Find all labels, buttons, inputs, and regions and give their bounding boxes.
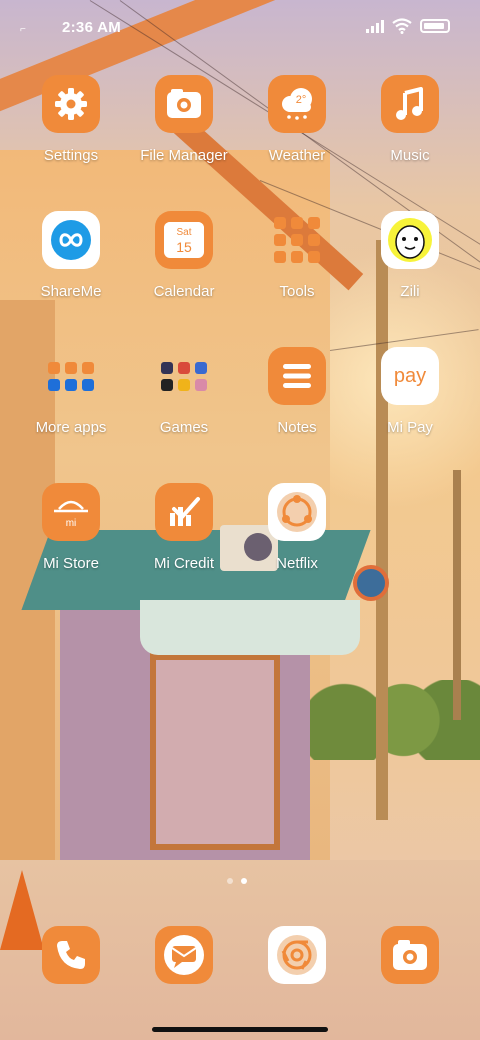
app-label: Weather (268, 147, 326, 164)
app-tools[interactable]: Tools (241, 211, 353, 300)
app-label: File Manager (140, 147, 228, 164)
app-label: Tools (279, 283, 315, 300)
chart-check-icon (155, 483, 213, 541)
camera-icon (381, 926, 439, 984)
dock-camera[interactable] (354, 926, 466, 984)
app-music[interactable]: Music (354, 75, 466, 164)
app-label: Games (159, 419, 209, 436)
svg-text:15: 15 (176, 239, 192, 255)
weather-temp: 2° (296, 94, 307, 106)
folder-icon (268, 211, 326, 269)
app-notes[interactable]: Notes (241, 347, 353, 436)
app-weather[interactable]: 2° Weather (241, 75, 353, 164)
notification-dot-icon: ⌐ (20, 24, 26, 35)
app-label: More apps (35, 419, 107, 436)
app-label: Settings (43, 147, 99, 164)
page-dot[interactable] (227, 878, 233, 884)
app-label: ShareMe (40, 283, 102, 300)
dock-browser[interactable] (241, 926, 353, 984)
app-label: Zili (400, 283, 420, 300)
folder-icon (155, 347, 213, 405)
wifi-icon (392, 18, 412, 34)
share-nodes-icon (268, 483, 326, 541)
music-note-icon (381, 75, 439, 133)
phone-icon (42, 926, 100, 984)
app-mi-store[interactable]: mi Mi Store (15, 483, 127, 572)
cellular-signal-icon (366, 19, 384, 33)
dock-messaging[interactable] (128, 926, 240, 984)
app-label: Calendar (153, 283, 215, 300)
cloud-icon: 2° (268, 75, 326, 133)
app-shareme[interactable]: ShareMe (15, 211, 127, 300)
status-bar: ⌐ 2:36 AM (0, 0, 480, 56)
svg-text:mi: mi (66, 518, 77, 529)
infinity-icon (42, 211, 100, 269)
status-icons (366, 18, 450, 34)
pay-icon: pay (381, 347, 439, 405)
hamburger-icon (268, 347, 326, 405)
app-mi-pay[interactable]: pay Mi Pay (354, 347, 466, 436)
app-label: Mi Credit (153, 555, 214, 572)
app-mi-credit[interactable]: Mi Credit (128, 483, 240, 572)
page-dot-active[interactable] (241, 878, 247, 884)
app-games[interactable]: Games (128, 347, 240, 436)
home-gesture-bar[interactable] (152, 1027, 328, 1032)
app-label: Netflix (276, 555, 318, 572)
zili-face-icon (381, 211, 439, 269)
app-label: Mi Pay (387, 419, 433, 436)
status-time: 2:36 AM (62, 19, 122, 36)
app-label: Notes (277, 419, 317, 436)
app-netflix[interactable]: Netflix (241, 483, 353, 572)
folder-icon (42, 347, 100, 405)
dock-phone[interactable] (15, 926, 127, 984)
app-more-apps[interactable]: More apps (15, 347, 127, 436)
svg-text:Sat: Sat (176, 227, 191, 238)
store-bag-icon: mi (42, 483, 100, 541)
app-settings[interactable]: Settings (15, 75, 127, 164)
gear-icon (42, 75, 100, 133)
message-icon (155, 926, 213, 984)
page-indicator (227, 878, 247, 884)
chrome-icon (268, 926, 326, 984)
app-file-manager[interactable]: File Manager (128, 75, 240, 164)
calendar-icon: Sat 15 (155, 211, 213, 269)
app-label: Music (390, 147, 430, 164)
battery-icon (420, 19, 450, 33)
app-zili[interactable]: Zili (354, 211, 466, 300)
app-calendar[interactable]: Sat 15 Calendar (128, 211, 240, 300)
folder-camera-icon (155, 75, 213, 133)
app-label: Mi Store (43, 555, 99, 572)
